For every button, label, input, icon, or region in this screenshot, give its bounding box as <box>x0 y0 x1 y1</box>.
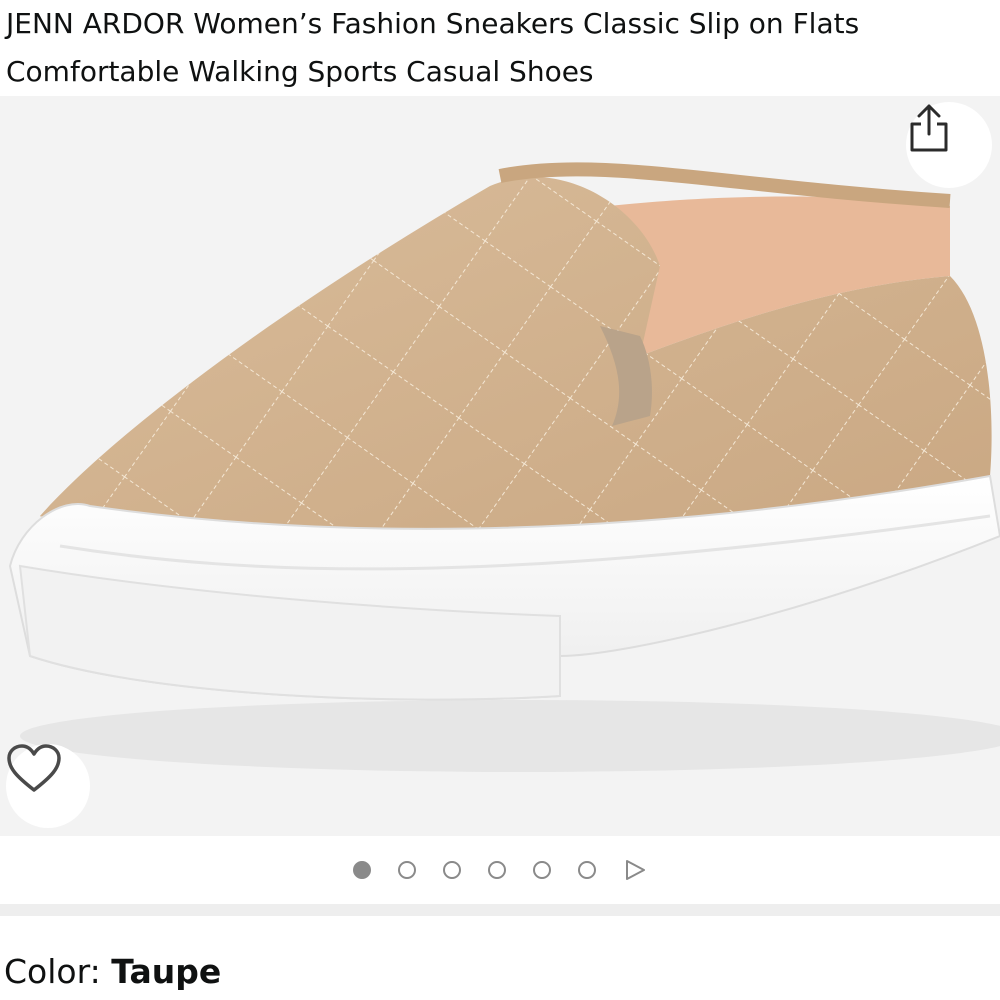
heart-icon <box>7 744 61 792</box>
play-triangle-icon <box>626 860 645 880</box>
pagination-dot-5[interactable] <box>533 861 551 879</box>
pagination-dot-4[interactable] <box>488 861 506 879</box>
share-icon <box>910 104 948 152</box>
share-button[interactable] <box>906 102 992 188</box>
color-value: Taupe <box>111 952 222 991</box>
video-play-button[interactable] <box>623 859 647 881</box>
color-variation: Color: Taupe <box>4 946 221 998</box>
section-divider <box>0 904 1000 916</box>
pagination-dot-1[interactable] <box>353 861 371 879</box>
favorite-button[interactable] <box>6 744 90 828</box>
product-image <box>8 162 1000 772</box>
pagination-dot-3[interactable] <box>443 861 461 879</box>
image-pagination <box>0 836 1000 904</box>
product-title: JENN ARDOR Women’s Fashion Sneakers Clas… <box>6 7 860 88</box>
product-image-gallery[interactable] <box>0 96 1000 836</box>
pagination-dot-2[interactable] <box>398 861 416 879</box>
color-label: Color: <box>4 952 112 991</box>
pagination-dot-6[interactable] <box>578 861 596 879</box>
